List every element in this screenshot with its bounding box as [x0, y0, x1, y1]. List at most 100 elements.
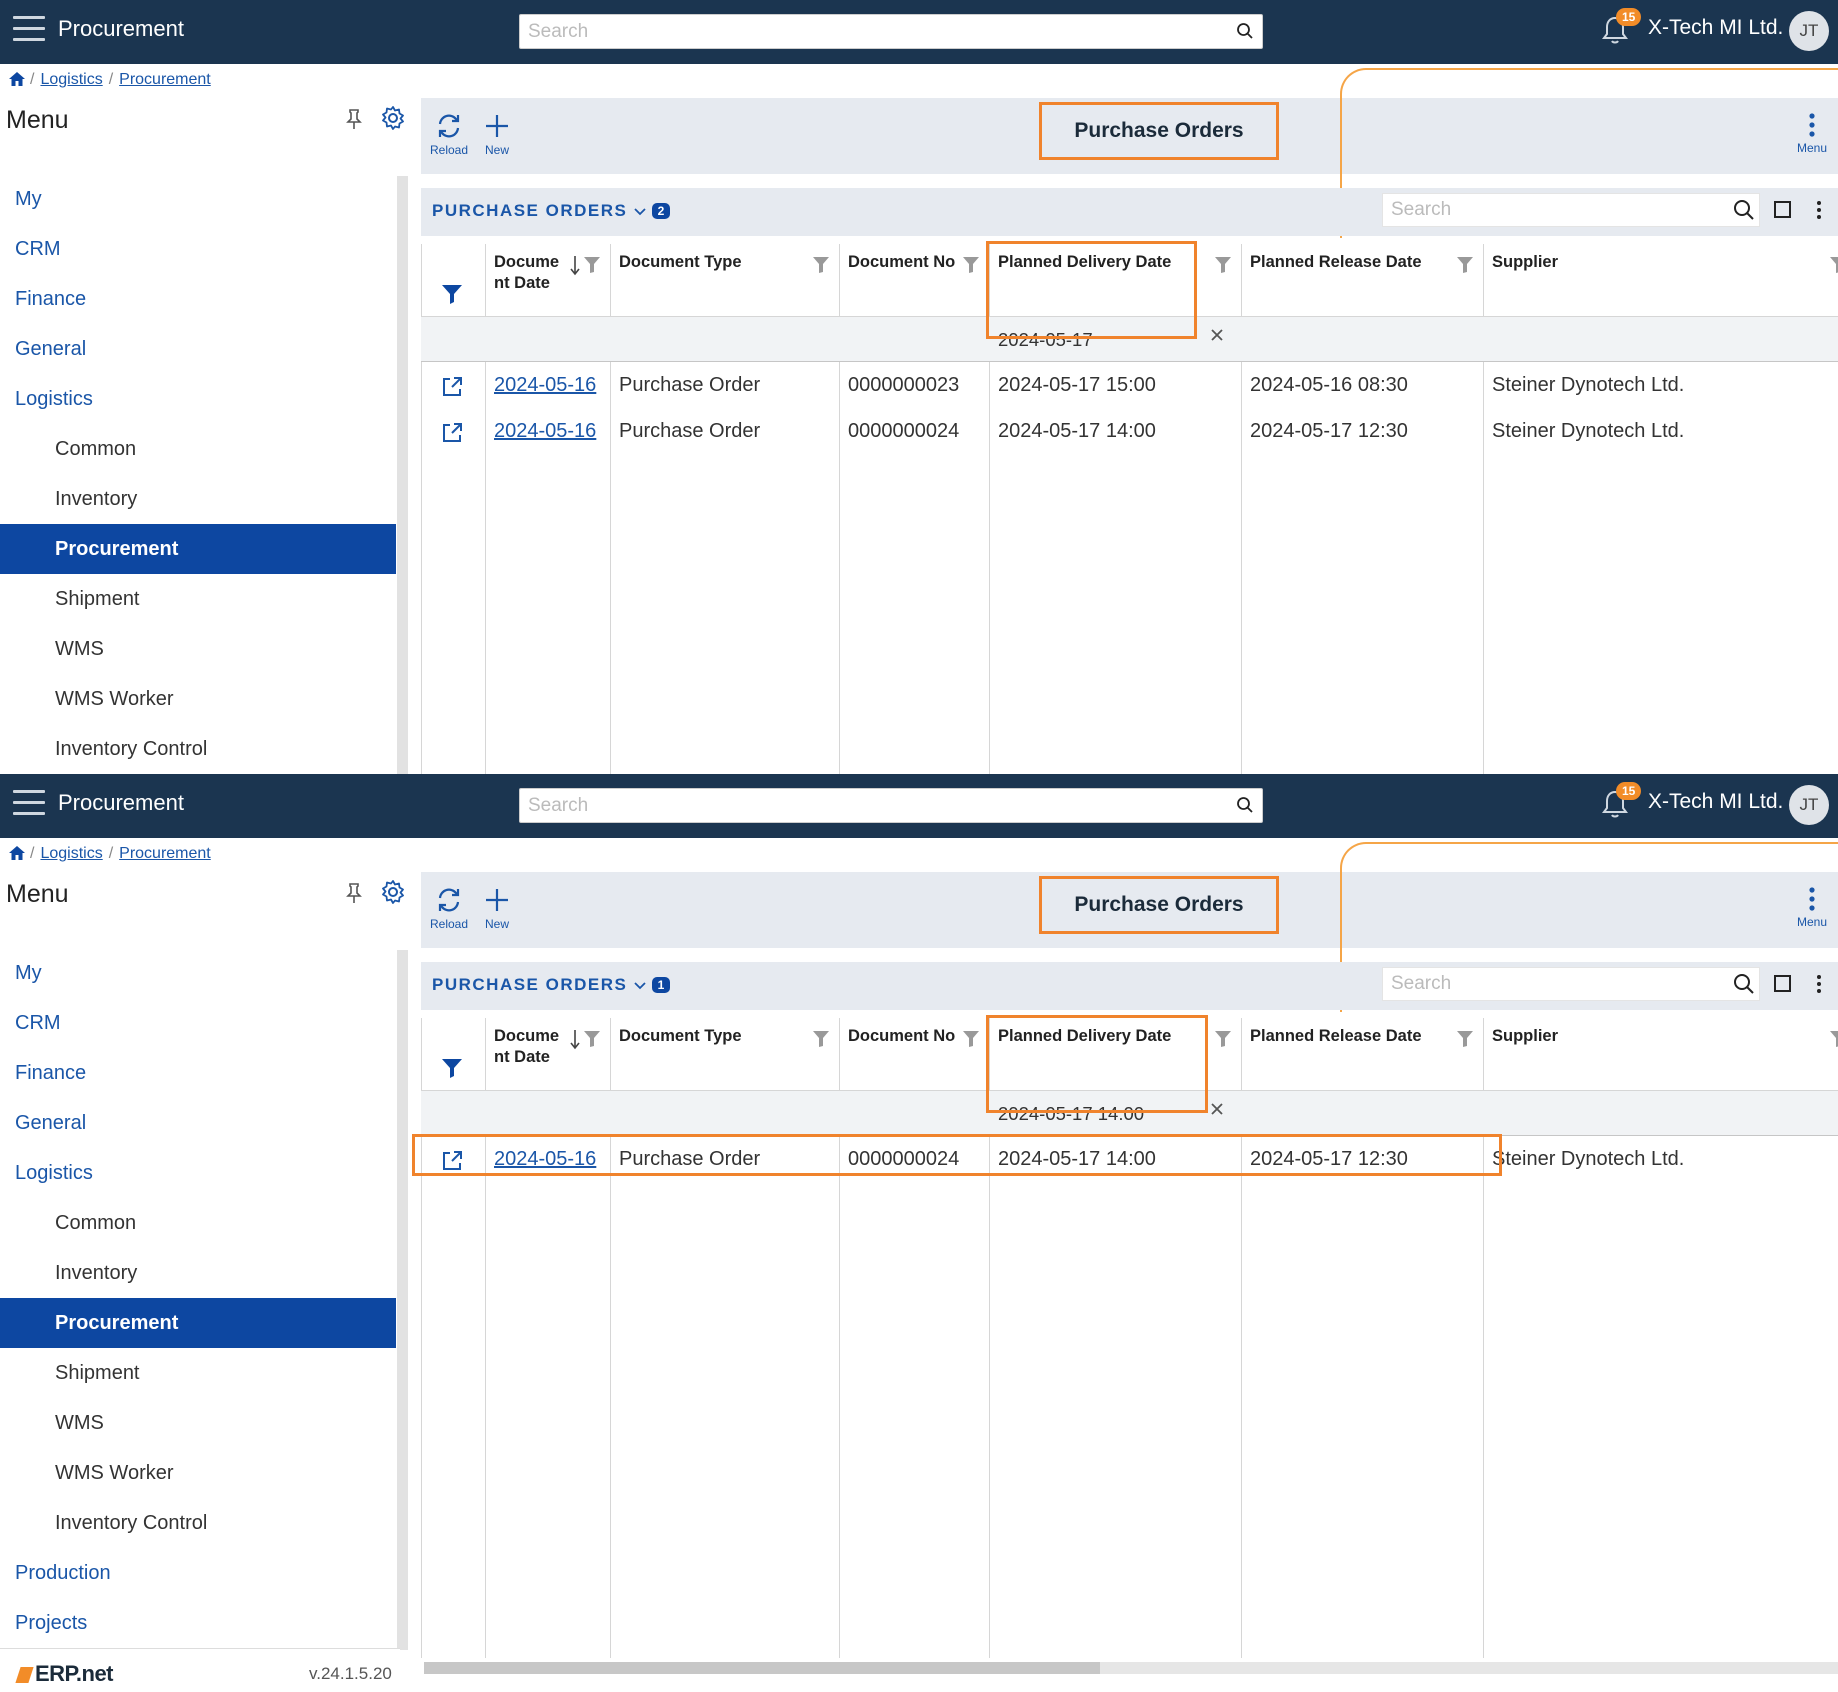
sidebar-item-shipment[interactable]: Shipment: [0, 574, 396, 624]
sidebar-item-inventory[interactable]: Inventory: [0, 1248, 396, 1298]
breadcrumb-procurement[interactable]: Procurement: [119, 845, 211, 862]
col-header-supplier[interactable]: Supplier: [1492, 252, 1558, 273]
sidebar-item-finance[interactable]: Finance: [0, 274, 396, 324]
global-search[interactable]: [519, 788, 1263, 823]
sidebar-item-logistics[interactable]: Logistics: [0, 374, 396, 424]
home-icon[interactable]: [8, 845, 26, 866]
sidebar-item-wms[interactable]: WMS: [0, 1398, 396, 1448]
kebab-icon[interactable]: [1816, 973, 1822, 1000]
filter-icon[interactable]: [1456, 1030, 1474, 1053]
sidebar-item-my[interactable]: My: [0, 948, 396, 998]
grid-search-input[interactable]: [1383, 194, 1713, 226]
document-date-link[interactable]: 2024-05-16: [494, 420, 596, 442]
col-header-planned-delivery-date[interactable]: Planned Delivery Date: [998, 1026, 1171, 1047]
pin-icon[interactable]: [346, 882, 362, 909]
gear-icon[interactable]: [380, 105, 406, 136]
filter-icon[interactable]: [583, 256, 601, 279]
hamburger-icon[interactable]: [13, 790, 45, 816]
square-icon[interactable]: [1774, 975, 1791, 992]
global-search-input[interactable]: [520, 15, 1210, 48]
sidebar-item-procurement[interactable]: Procurement: [0, 524, 396, 574]
filter-icon[interactable]: [1829, 256, 1838, 279]
filter-icon[interactable]: [441, 1058, 463, 1083]
grid-search[interactable]: [1382, 193, 1760, 227]
planned-delivery-filter-value[interactable]: 2024-05-17 14:00: [998, 1103, 1144, 1125]
breadcrumb-logistics[interactable]: Logistics: [40, 845, 102, 862]
filter-icon[interactable]: [1456, 256, 1474, 279]
sidebar-item-wms-worker[interactable]: WMS Worker: [0, 674, 396, 724]
sidebar-item-common[interactable]: Common: [0, 424, 396, 474]
sidebar-item-crm[interactable]: CRM: [0, 224, 396, 274]
filter-icon[interactable]: [583, 1030, 601, 1053]
table-row[interactable]: 2024-05-16 Purchase Order 0000000024 2024-0…: [421, 1139, 1838, 1185]
sidebar-item-general[interactable]: General: [0, 324, 396, 374]
sidebar-item-inventory-control[interactable]: Inventory Control: [0, 724, 396, 774]
new-button[interactable]: New: [472, 886, 522, 931]
sidebar-item-inventory[interactable]: Inventory: [0, 474, 396, 524]
hamburger-icon[interactable]: [13, 16, 45, 42]
search-icon[interactable]: [1733, 973, 1755, 1000]
reload-button[interactable]: Reload: [424, 886, 474, 931]
open-external-icon[interactable]: [441, 422, 463, 449]
reload-button[interactable]: Reload: [424, 112, 474, 157]
kebab-icon[interactable]: [1816, 199, 1822, 226]
col-header-document-type[interactable]: Document Type: [619, 252, 742, 273]
document-date-link[interactable]: 2024-05-16: [494, 1148, 596, 1170]
avatar[interactable]: JT: [1789, 785, 1829, 825]
new-button[interactable]: New: [472, 112, 522, 157]
company-name[interactable]: X-Tech MI Ltd.: [1648, 790, 1783, 814]
sidebar-item-projects[interactable]: Projects: [0, 1598, 396, 1648]
sidebar-item-inventory-control[interactable]: Inventory Control: [0, 1498, 396, 1548]
filter-icon[interactable]: [1214, 256, 1232, 279]
filter-icon[interactable]: [441, 284, 463, 309]
sidebar-item-crm[interactable]: CRM: [0, 998, 396, 1048]
sidebar-item-my[interactable]: My: [0, 174, 396, 224]
breadcrumb-procurement[interactable]: Procurement: [119, 71, 211, 88]
scrollbar-thumb[interactable]: [424, 1662, 1100, 1674]
col-header-document-date[interactable]: Docume nt Date: [494, 1026, 559, 1068]
pin-icon[interactable]: [346, 108, 362, 135]
filter-icon[interactable]: [962, 1030, 980, 1053]
col-header-planned-release-date[interactable]: Planned Release Date: [1250, 1026, 1422, 1047]
col-header-document-no[interactable]: Document No: [848, 1026, 955, 1047]
filter-icon[interactable]: [1214, 1030, 1232, 1053]
document-date-link[interactable]: 2024-05-16: [494, 374, 596, 396]
grid-title[interactable]: PURCHASE ORDERS 1: [432, 975, 671, 995]
grid-title[interactable]: PURCHASE ORDERS 2: [432, 201, 671, 221]
search-icon[interactable]: [1733, 199, 1755, 226]
planned-delivery-filter-value[interactable]: 2024-05-17: [998, 329, 1093, 351]
sidebar-item-general[interactable]: General: [0, 1098, 396, 1148]
sidebar-item-logistics[interactable]: Logistics: [0, 1148, 396, 1198]
grid-search[interactable]: [1382, 967, 1760, 1001]
global-search[interactable]: [519, 14, 1263, 49]
table-row[interactable]: 2024-05-16 Purchase Order 0000000024 2024-0…: [421, 411, 1838, 457]
sidebar-item-procurement[interactable]: Procurement: [0, 1298, 396, 1348]
cell-document-date[interactable]: 2024-05-16: [494, 420, 596, 443]
filter-icon[interactable]: [812, 256, 830, 279]
open-external-icon[interactable]: [441, 1150, 463, 1177]
col-header-document-type[interactable]: Document Type: [619, 1026, 742, 1047]
search-icon[interactable]: [1236, 796, 1254, 819]
home-icon[interactable]: [8, 71, 26, 92]
col-header-planned-delivery-date[interactable]: Planned Delivery Date: [998, 252, 1171, 273]
filter-icon[interactable]: [1829, 1030, 1838, 1053]
cell-document-date[interactable]: 2024-05-16: [494, 1148, 596, 1171]
clear-icon[interactable]: [1210, 328, 1224, 347]
global-search-input[interactable]: [520, 789, 1210, 822]
sidebar-scrollbar[interactable]: [397, 950, 408, 1650]
square-icon[interactable]: [1774, 201, 1791, 218]
avatar[interactable]: JT: [1789, 11, 1829, 51]
search-icon[interactable]: [1236, 22, 1254, 45]
company-name[interactable]: X-Tech MI Ltd.: [1648, 16, 1783, 40]
sidebar-item-wms[interactable]: WMS: [0, 624, 396, 674]
col-header-document-no[interactable]: Document No: [848, 252, 955, 273]
table-row[interactable]: 2024-05-16 Purchase Order 0000000023 2024-0…: [421, 365, 1838, 411]
col-header-document-date[interactable]: Docume nt Date: [494, 252, 559, 294]
open-external-icon[interactable]: [441, 376, 463, 403]
cell-document-date[interactable]: 2024-05-16: [494, 374, 596, 397]
sidebar-item-production[interactable]: Production: [0, 1548, 396, 1598]
filter-icon[interactable]: [812, 1030, 830, 1053]
sidebar-scrollbar[interactable]: [397, 176, 408, 774]
clear-icon[interactable]: [1210, 1102, 1224, 1121]
sidebar-item-wms-worker[interactable]: WMS Worker: [0, 1448, 396, 1498]
